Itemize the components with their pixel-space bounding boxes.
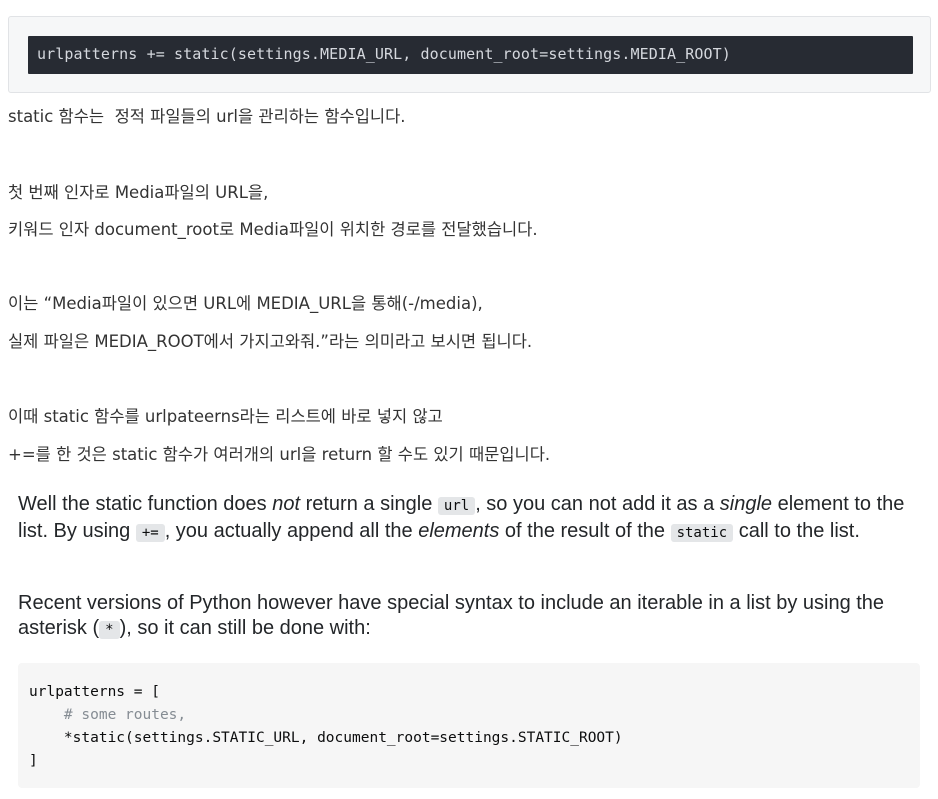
code-comment: # some routes, xyxy=(29,707,187,723)
code-line-1: urlpatterns = [ xyxy=(29,684,160,700)
inline-code-plus-equals: += xyxy=(135,524,165,542)
paragraph-reason-1: 이때 static 함수를 urlpateerns라는 리스트에 바로 넣지 않… xyxy=(8,407,443,426)
emphasis-elements: elements xyxy=(418,520,500,542)
paragraph-first-argument: 첫 번째 인자로 Media파일의 URL을, xyxy=(8,183,269,202)
paragraph-meaning-2: 실제 파일은 MEDIA_ROOT에서 가지고와줘.”라는 의미라고 보시면 됩… xyxy=(8,332,533,351)
code-block-bottom: urlpatterns = [ # some routes, *static(s… xyxy=(18,663,920,788)
code-line: urlpatterns += static(settings.MEDIA_URL… xyxy=(37,45,731,63)
paragraph-static-description: static 함수는 정적 파일들의 url을 관리하는 함수입니다. xyxy=(8,107,406,126)
emphasis-not: not xyxy=(272,493,301,515)
paragraph-meaning-1: 이는 “Media파일이 있으면 URL에 MEDIA_URL을 통해(-/me… xyxy=(8,294,483,313)
inline-code-asterisk: * xyxy=(99,621,120,639)
paragraph-keyword-argument: 키워드 인자 document_root로 Media파일이 위치한 경로를 전… xyxy=(8,220,538,239)
code-line-3: *static(settings.STATIC_URL, document_ro… xyxy=(29,730,623,746)
quote-paragraph-2: Recent versions of Python however have s… xyxy=(18,592,885,639)
inline-code-url: url xyxy=(437,497,476,515)
code-block-dark: urlpatterns += static(settings.MEDIA_URL… xyxy=(28,36,913,74)
emphasis-single: single xyxy=(719,493,773,515)
code-content: urlpatterns = [ # some routes, *static(s… xyxy=(29,681,623,773)
quote-paragraph-1: Well the static function does not return… xyxy=(18,493,905,542)
code-line-4: ] xyxy=(29,753,38,769)
code-block-top: urlpatterns += static(settings.MEDIA_URL… xyxy=(8,16,931,93)
inline-code-static: static xyxy=(670,524,734,542)
paragraph-reason-2: +=를 한 것은 static 함수가 여러개의 url을 return 할 수… xyxy=(8,445,551,464)
